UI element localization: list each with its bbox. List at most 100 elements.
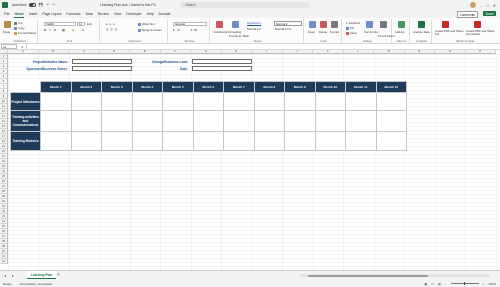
- format-cells-icon[interactable]: [331, 21, 338, 28]
- column-header[interactable]: G: [191, 50, 222, 54]
- table-cell[interactable]: [253, 110, 285, 132]
- column-header[interactable]: P: [465, 50, 496, 54]
- month-header[interactable]: Month 2: [70, 81, 102, 93]
- zoom-level[interactable]: 100%: [488, 282, 496, 286]
- table-cell[interactable]: [314, 92, 346, 111]
- normal-view-icon[interactable]: ▦: [424, 282, 427, 286]
- table-cell[interactable]: [375, 131, 407, 151]
- border-icon[interactable]: ▦: [62, 28, 65, 32]
- table-cell[interactable]: [192, 92, 224, 111]
- bold-italic-underline-buttons[interactable]: B I U: [44, 28, 57, 32]
- table-cell[interactable]: [345, 92, 377, 111]
- analyze-data-icon[interactable]: [418, 21, 425, 28]
- tab-developer[interactable]: Developer: [126, 11, 141, 17]
- minimize-button[interactable]: –: [480, 3, 482, 8]
- addins-icon[interactable]: [398, 21, 405, 28]
- table-cell[interactable]: [131, 110, 163, 132]
- table-cell[interactable]: [314, 131, 346, 151]
- column-header[interactable]: J: [282, 50, 313, 54]
- maximize-button[interactable]: □: [486, 3, 488, 8]
- wrap-text-button[interactable]: Wrap Text: [138, 22, 155, 26]
- search-box[interactable]: ⌕ Search: [180, 2, 310, 8]
- column-header[interactable]: F: [160, 50, 191, 54]
- currency-percent-icons[interactable]: $ % ,: [173, 28, 184, 32]
- next-sheet-icon[interactable]: ▸: [12, 273, 14, 278]
- find-select-button[interactable]: Find & Select: [378, 34, 395, 38]
- table-cell[interactable]: [284, 131, 316, 151]
- table-cell[interactable]: [101, 110, 133, 132]
- month-header[interactable]: Month 11: [345, 81, 377, 93]
- table-cell[interactable]: [162, 92, 194, 111]
- column-header[interactable]: C: [69, 50, 100, 54]
- tab-review[interactable]: Review: [98, 11, 109, 17]
- accessibility-status[interactable]: Accessibility: Investigate: [20, 282, 53, 286]
- clear-button[interactable]: Clear: [346, 31, 357, 35]
- tab-acrobat[interactable]: Acrobat: [159, 11, 171, 17]
- table-cell[interactable]: [375, 92, 407, 111]
- month-header[interactable]: Month 4: [131, 81, 163, 93]
- table-cell[interactable]: [253, 131, 285, 151]
- zoom-slider[interactable]: [450, 282, 479, 285]
- table-cell[interactable]: [223, 131, 255, 151]
- vertical-align-icons[interactable]: ≡ ≡ ≡: [106, 22, 115, 26]
- table-cell[interactable]: [284, 110, 316, 132]
- table-cell[interactable]: [40, 110, 72, 132]
- table-cell[interactable]: [284, 92, 316, 111]
- horizontal-align-icons[interactable]: ☰ ☰ ☰: [106, 28, 118, 32]
- conditional-formatting-icon[interactable]: [216, 21, 223, 28]
- copy-button[interactable]: Copy: [14, 26, 25, 30]
- insert-cells-icon[interactable]: [309, 21, 316, 28]
- create-pdf-button[interactable]: Create PDF and Share link: [435, 30, 465, 36]
- create-pdf-icon[interactable]: [442, 21, 449, 28]
- row-header[interactable]: 42: [0, 259, 8, 264]
- cut-button[interactable]: Cut: [14, 21, 22, 25]
- table-cell[interactable]: [192, 131, 224, 151]
- sort-filter-icon[interactable]: [366, 21, 373, 28]
- tab-view[interactable]: View: [114, 11, 121, 17]
- font-size-select[interactable]: 11: [77, 22, 85, 26]
- column-header[interactable]: N: [404, 50, 435, 54]
- format-table-icon[interactable]: [232, 21, 239, 28]
- column-header[interactable]: L: [343, 50, 374, 54]
- table-cell[interactable]: [101, 131, 133, 151]
- scrollbar-thumb[interactable]: [308, 274, 428, 277]
- table-cell[interactable]: [223, 110, 255, 132]
- sheet-tab-learning-plan[interactable]: Learning Plan: [27, 271, 57, 279]
- horizontal-scrollbar[interactable]: [300, 274, 490, 277]
- style-normal-2[interactable]: Normal 2: [274, 21, 302, 26]
- column-header[interactable]: B: [38, 50, 69, 54]
- tab-help[interactable]: Help: [147, 11, 154, 17]
- number-format-select[interactable]: General: [173, 22, 207, 26]
- zoom-out-icon[interactable]: –: [445, 282, 447, 286]
- fill-color-icon[interactable]: ◆: [72, 28, 74, 32]
- table-cell[interactable]: [40, 131, 72, 151]
- table-cell[interactable]: [40, 92, 72, 111]
- month-header[interactable]: Month 3: [101, 81, 133, 93]
- page-break-view-icon[interactable]: ▤: [438, 282, 441, 286]
- sort-filter-button[interactable]: Sort & Filter: [364, 30, 379, 34]
- autosave-toggle[interactable]: [28, 3, 36, 7]
- paste-icon[interactable]: [4, 21, 11, 28]
- name-box[interactable]: A1: [1, 44, 17, 49]
- table-cell[interactable]: [131, 131, 163, 151]
- tab-home[interactable]: Home: [14, 11, 24, 18]
- fill-button[interactable]: Fill: [346, 26, 354, 30]
- month-header[interactable]: Month 8: [253, 81, 285, 93]
- autosum-button[interactable]: Σ AutoSum: [346, 21, 360, 25]
- month-header[interactable]: Month 1: [40, 81, 72, 93]
- format-table-button[interactable]: Format as Table: [229, 34, 249, 38]
- quick-access-icons[interactable]: 💾 ↶ ↷: [39, 3, 57, 7]
- format-painter-button[interactable]: Format Painter: [14, 31, 37, 35]
- change-lead-input[interactable]: [192, 59, 252, 64]
- month-header[interactable]: Month 7: [223, 81, 255, 93]
- table-cell[interactable]: [162, 131, 194, 151]
- find-select-icon[interactable]: [380, 21, 387, 28]
- column-header[interactable]: D: [99, 50, 130, 54]
- prev-sheet-icon[interactable]: ◂: [4, 273, 6, 278]
- table-cell[interactable]: [375, 110, 407, 132]
- font-color-icon[interactable]: A: [82, 28, 84, 32]
- column-header[interactable]: I: [252, 50, 283, 54]
- delete-cells-button[interactable]: Delete: [319, 30, 327, 34]
- analyze-data-button[interactable]: Analyze Data: [413, 30, 430, 34]
- table-cell[interactable]: [162, 110, 194, 132]
